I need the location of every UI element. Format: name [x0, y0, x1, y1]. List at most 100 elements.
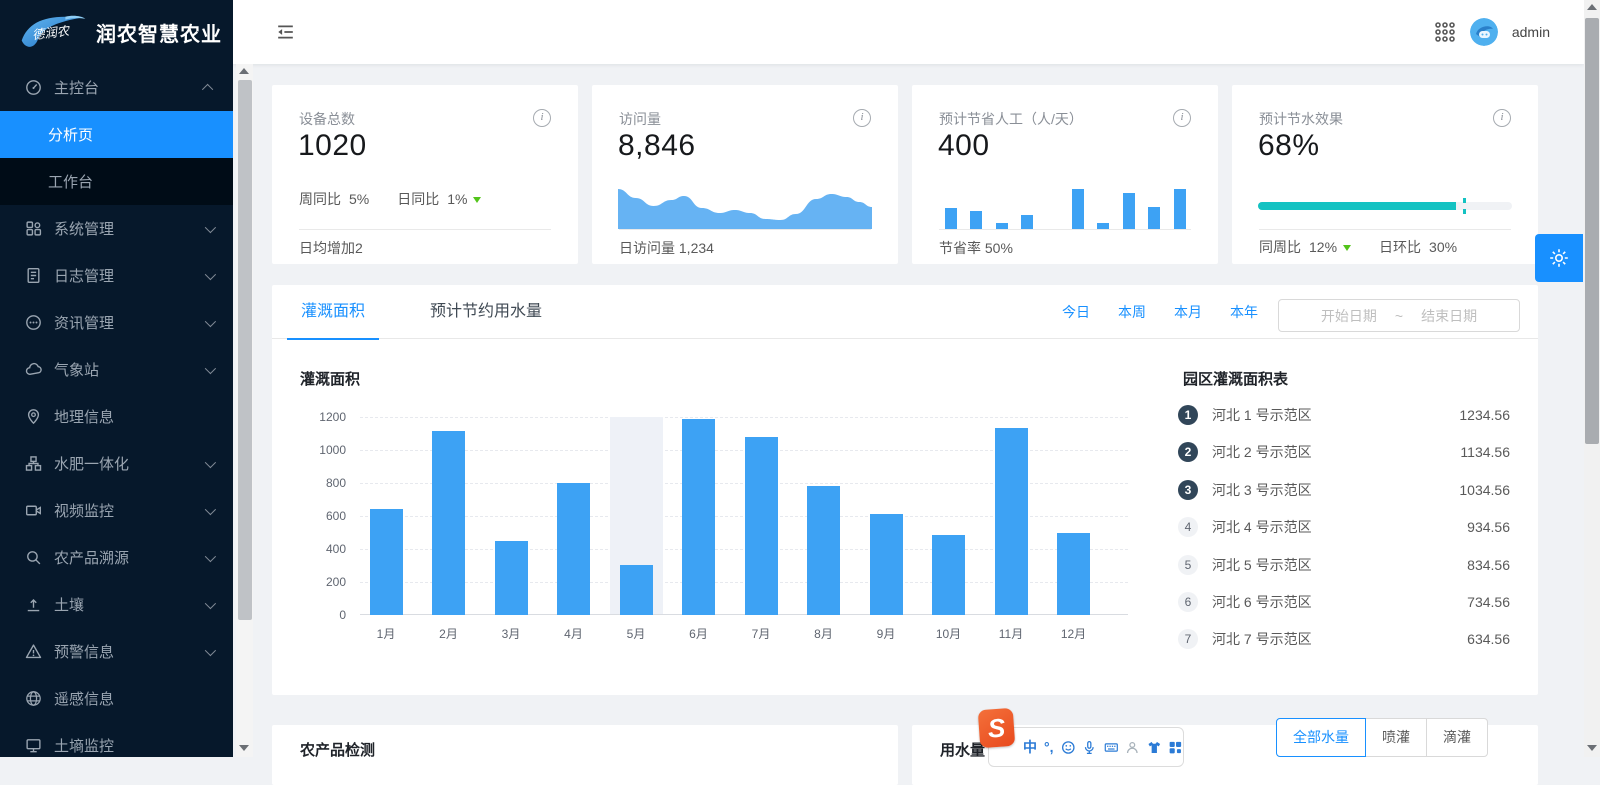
- sidebar-scrollbar[interactable]: [236, 64, 253, 757]
- x-tick-label: 5月: [611, 625, 661, 642]
- sidebar-item-soil[interactable]: 土壤: [0, 581, 233, 628]
- tab-estimated-water-saving[interactable]: 预计节约用水量: [416, 285, 556, 338]
- progress-target-marker: [1463, 198, 1466, 214]
- x-tick-label: 7月: [736, 625, 786, 642]
- water-tab-2[interactable]: 滴灌: [1426, 718, 1488, 757]
- sidebar-item-news[interactable]: 资讯管理: [0, 299, 233, 346]
- chevron-down-icon: [205, 456, 216, 467]
- park-name: 河北 4 号示范区: [1212, 517, 1312, 537]
- mini-bar: [1072, 189, 1084, 229]
- sidebar-item-console[interactable]: 主控台: [0, 64, 233, 111]
- info-icon[interactable]: [1173, 109, 1191, 127]
- chart-bar: [1057, 533, 1090, 615]
- tab-irrigation-area[interactable]: 灌溉面积: [287, 285, 379, 340]
- stat-value: 400: [938, 129, 990, 163]
- y-tick-label: 0: [296, 608, 346, 622]
- passport-icon[interactable]: [1125, 739, 1140, 756]
- sidebar-scroll-thumb[interactable]: [238, 80, 252, 620]
- x-tick-label: 8月: [799, 625, 849, 642]
- sidebar-item-label: 土墒监控: [54, 735, 114, 756]
- sidebar-item-soil-moisture[interactable]: 土墒监控: [0, 722, 233, 769]
- date-range-picker[interactable]: 开始日期 ~ 结束日期: [1278, 299, 1520, 332]
- sidebar-item-workbench[interactable]: 工作台: [0, 158, 233, 205]
- microphone-icon[interactable]: [1082, 739, 1097, 756]
- chevron-down-icon: [205, 268, 216, 279]
- sidebar-item-product-trace[interactable]: 农产品溯源: [0, 534, 233, 581]
- scroll-up-icon[interactable]: [239, 68, 249, 74]
- quick-range-2[interactable]: 本月: [1174, 302, 1202, 322]
- apps-grid-icon[interactable]: [1434, 21, 1456, 43]
- quick-range-3[interactable]: 本年: [1230, 302, 1258, 322]
- y-tick-label: 800: [296, 476, 346, 490]
- stat-footer: 节省率 50%: [939, 238, 1013, 258]
- gridline: [360, 417, 1128, 418]
- sidebar-item-analysis[interactable]: 分析页: [0, 111, 233, 158]
- x-tick-label: 2月: [424, 625, 474, 642]
- ranking-row: 6河北 6 号示范区734.56: [1178, 590, 1510, 614]
- sidebar-item-geo-info[interactable]: 地理信息: [0, 393, 233, 440]
- y-tick-label: 600: [296, 509, 346, 523]
- stat-footer: 日均增加2: [299, 238, 363, 258]
- x-tick-label: 9月: [861, 625, 911, 642]
- sogou-logo[interactable]: S: [978, 708, 1016, 748]
- app-logo[interactable]: 德润农 润农智慧农业: [0, 0, 233, 64]
- menu-fold-icon[interactable]: [276, 23, 295, 41]
- scroll-up-icon[interactable]: [1587, 4, 1597, 10]
- chart-bar: [870, 514, 903, 615]
- irrigated-area-value: 1234.56: [1459, 407, 1510, 423]
- quick-range-0[interactable]: 今日: [1062, 302, 1090, 322]
- sidebar-item-remote-sensing[interactable]: 遥感信息: [0, 675, 233, 722]
- trend-value: 5%: [349, 191, 369, 207]
- user-avatar[interactable]: [1470, 18, 1498, 46]
- sidebar-item-system[interactable]: 系统管理: [0, 205, 233, 252]
- sidebar-item-video-monitor[interactable]: 视频监控: [0, 487, 233, 534]
- chinese-mode-icon[interactable]: 中: [1023, 737, 1037, 757]
- sidebar-item-label: 日志管理: [54, 265, 114, 286]
- irrigated-area-value: 934.56: [1467, 519, 1510, 535]
- sidebar-item-label: 遥感信息: [54, 688, 114, 709]
- irrigated-area-value: 834.56: [1467, 557, 1510, 573]
- trend-value: 1%: [447, 191, 467, 207]
- info-icon[interactable]: [853, 109, 871, 127]
- sidebar-item-label: 土壤: [54, 594, 84, 615]
- info-icon[interactable]: [533, 109, 551, 127]
- keyboard-icon[interactable]: [1104, 739, 1119, 756]
- chart-bar: [807, 486, 840, 615]
- info-icon[interactable]: [1493, 109, 1511, 127]
- sidebar-item-logs[interactable]: 日志管理: [0, 252, 233, 299]
- water-tab-1[interactable]: 喷灌: [1365, 718, 1427, 757]
- sidebar-menu: 主控台分析页工作台系统管理日志管理资讯管理气象站地理信息水肥一体化视频监控农产品…: [0, 64, 233, 769]
- chevron-down-icon: [205, 644, 216, 655]
- scroll-down-icon[interactable]: [1587, 745, 1597, 751]
- mini-bar: [1021, 215, 1033, 229]
- ranking-row: 5河北 5 号示范区834.56: [1178, 553, 1510, 577]
- username[interactable]: admin: [1512, 24, 1550, 40]
- cluster-icon: [25, 455, 42, 472]
- water-tab-0[interactable]: 全部水量: [1276, 718, 1366, 757]
- y-tick-label: 1000: [296, 443, 346, 457]
- theme-settings-button[interactable]: [1535, 234, 1583, 282]
- page-scrollbar[interactable]: [1584, 0, 1600, 757]
- stat-value: 68%: [1258, 129, 1320, 163]
- toolbox-icon[interactable]: [1168, 739, 1183, 756]
- sidebar-item-weather-station[interactable]: 气象站: [0, 346, 233, 393]
- emoji-icon[interactable]: [1061, 739, 1076, 756]
- mini-bar: [1174, 189, 1186, 229]
- y-tick-label: 400: [296, 542, 346, 556]
- page-scroll-thumb[interactable]: [1585, 18, 1599, 444]
- end-date-placeholder: 结束日期: [1421, 306, 1477, 326]
- chevron-down-icon: [205, 362, 216, 373]
- stat-card-labor-saving: 预计节省人工（人/天） 400 节省率 50%: [912, 85, 1218, 264]
- x-tick-label: 12月: [1049, 625, 1099, 642]
- trend-label: 日同比: [397, 189, 439, 209]
- water-saving-progress: [1258, 202, 1512, 210]
- sidebar-item-water-fertilizer[interactable]: 水肥一体化: [0, 440, 233, 487]
- punctuation-icon[interactable]: °,: [1044, 739, 1054, 755]
- quick-range-1[interactable]: 本周: [1118, 302, 1146, 322]
- trend-label: 周同比: [299, 189, 341, 209]
- skin-icon[interactable]: [1147, 739, 1162, 756]
- scroll-down-icon[interactable]: [239, 745, 249, 751]
- sidebar-item-label: 分析页: [48, 124, 93, 145]
- sidebar-item-alert-info[interactable]: 预警信息: [0, 628, 233, 675]
- stat-trend: 同周比 12% 日环比 30%: [1259, 237, 1457, 257]
